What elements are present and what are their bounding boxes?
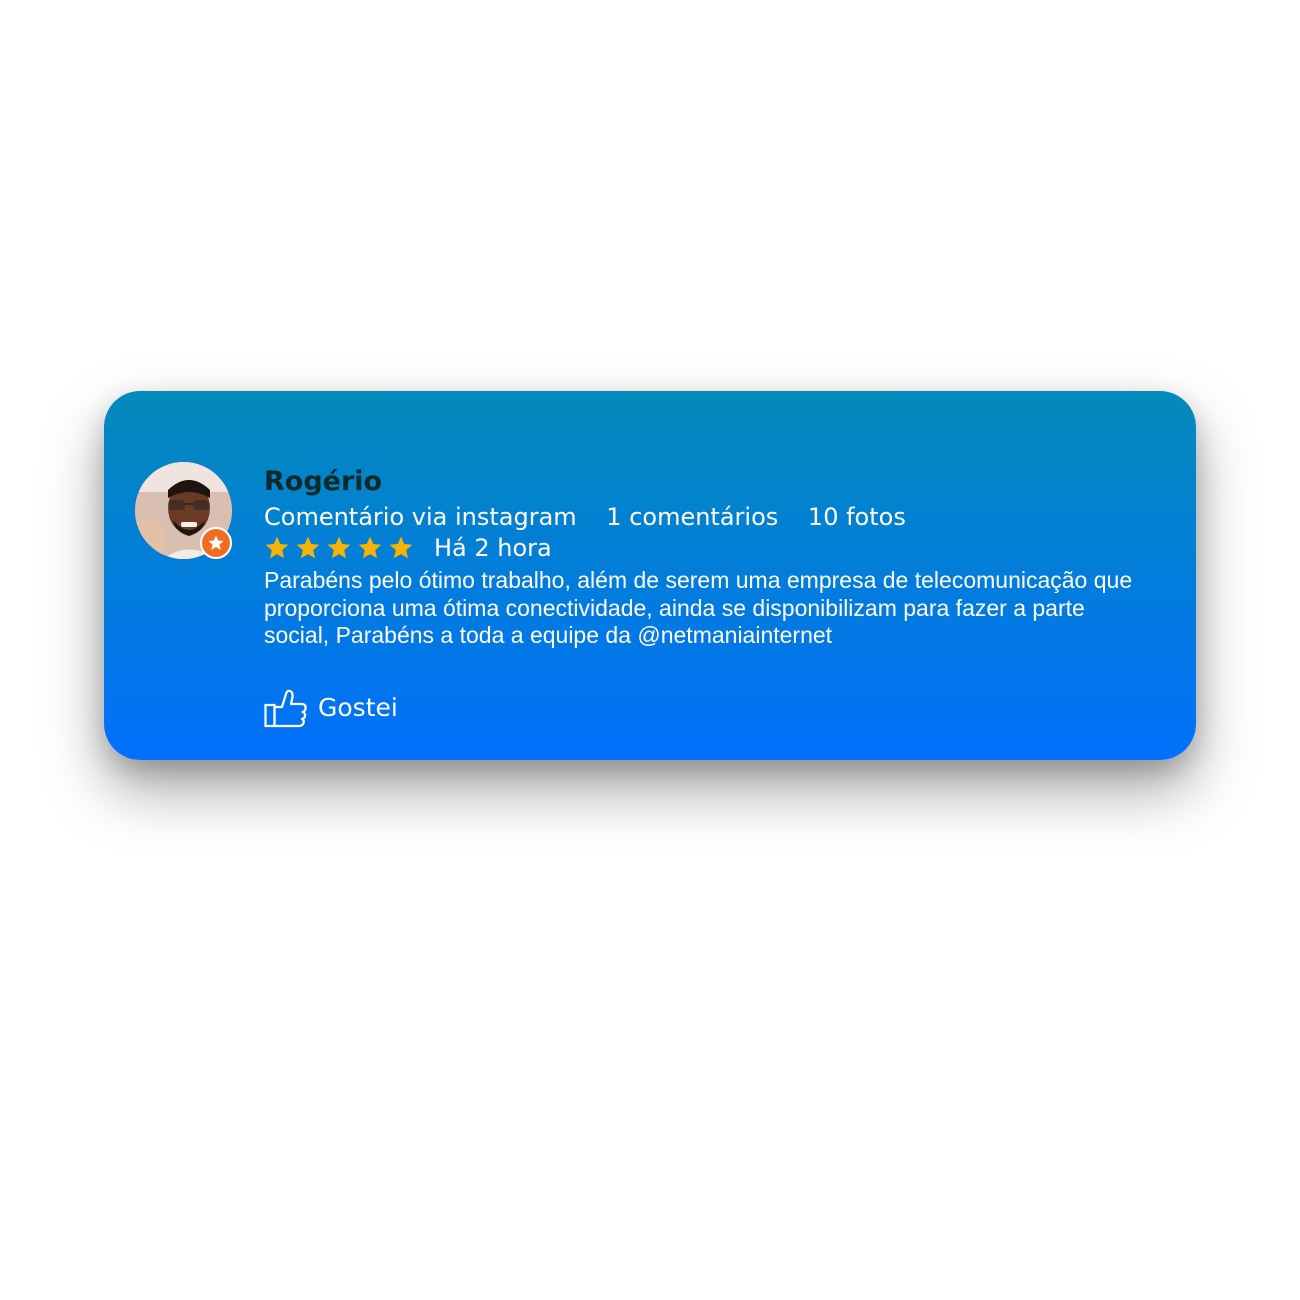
photos-count[interactable]: 10 fotos (808, 503, 906, 531)
review-text: Parabéns pelo ótimo trabalho, além de se… (264, 567, 1133, 648)
review-content: Rogério Comentário via instagram 1 comen… (264, 465, 1144, 650)
star-icon (296, 536, 320, 559)
like-button[interactable]: Gostei (264, 688, 398, 728)
rating-row: Há 2 hora (264, 533, 1144, 563)
author-name[interactable]: Rogério (264, 465, 1144, 499)
verified-badge (200, 527, 232, 559)
star-icon (358, 536, 382, 559)
star-icon (327, 536, 351, 559)
star-icon (265, 536, 289, 559)
like-label: Gostei (318, 693, 398, 722)
review-card: Rogério Comentário via instagram 1 comen… (104, 391, 1196, 760)
star-rating (264, 535, 414, 561)
review-source: Comentário via instagram (264, 503, 577, 531)
thumbs-up-icon (264, 689, 307, 728)
star-icon (208, 535, 224, 550)
review-meta: Comentário via instagram 1 comentários 1… (264, 501, 1144, 533)
review-time: Há 2 hora (434, 534, 552, 562)
star-icon (389, 536, 413, 559)
comments-count[interactable]: 1 comentários (606, 503, 778, 531)
